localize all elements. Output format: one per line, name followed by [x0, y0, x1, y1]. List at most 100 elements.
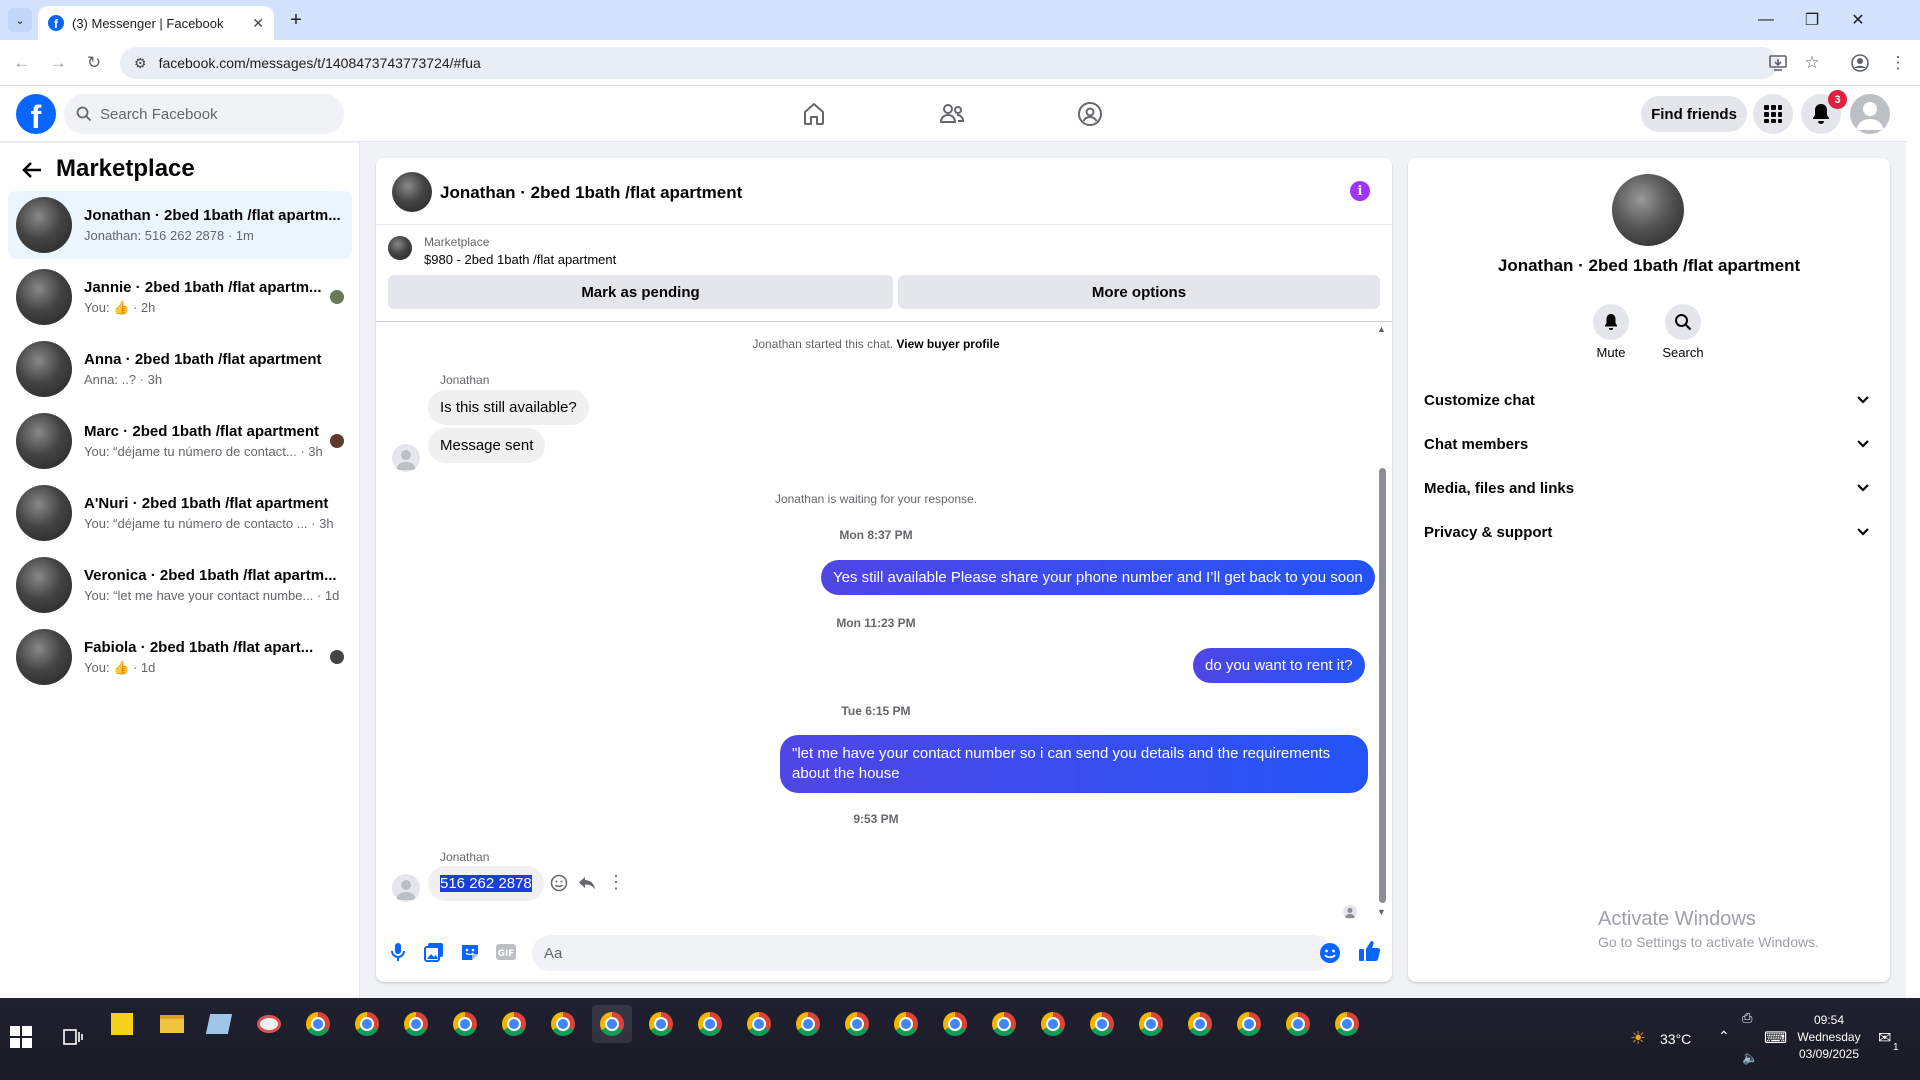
chrome-profile-taskbar-icon[interactable]: [347, 1005, 387, 1043]
close-window-icon[interactable]: ✕: [1836, 6, 1880, 34]
react-emoji-icon[interactable]: [550, 874, 570, 894]
customize-chat-section[interactable]: Customize chat: [1424, 378, 1876, 422]
outgoing-message[interactable]: "let me have your contact number so i ca…: [780, 735, 1368, 793]
chat-members-section[interactable]: Chat members: [1424, 422, 1876, 466]
emoji-picker-icon[interactable]: [1318, 941, 1342, 965]
attach-photo-icon[interactable]: [422, 940, 446, 964]
friends-icon[interactable]: [936, 98, 968, 130]
mute-bell-icon[interactable]: [1593, 304, 1629, 340]
chrome-profile-taskbar-icon[interactable]: [935, 1005, 975, 1043]
install-app-icon[interactable]: [1766, 51, 1790, 75]
chrome-profile-taskbar-icon[interactable]: [1082, 1005, 1122, 1043]
chrome-profile-taskbar-icon[interactable]: [1229, 1005, 1269, 1043]
privacy-support-section[interactable]: Privacy & support: [1424, 510, 1876, 554]
task-view-icon[interactable]: [52, 1018, 92, 1056]
facebook-search-input[interactable]: Search Facebook: [64, 94, 344, 134]
home-icon[interactable]: [798, 98, 830, 130]
incoming-message-phone[interactable]: 516 262 2878: [428, 866, 544, 901]
more-actions-icon[interactable]: ⋮: [606, 872, 626, 892]
reply-icon[interactable]: [578, 874, 598, 894]
mark-as-pending-button[interactable]: Mark as pending: [388, 275, 893, 309]
conversation-avatar-large[interactable]: [1612, 174, 1684, 246]
volume-icon[interactable]: 🔈: [1742, 1050, 1758, 1066]
restore-window-icon[interactable]: ❐: [1790, 6, 1834, 34]
chat-title[interactable]: Jonathan · 2bed 1bath /flat apartment: [440, 183, 742, 203]
file-explorer-icon[interactable]: [152, 1005, 192, 1043]
chrome-menu-icon[interactable]: ⋮: [1886, 51, 1910, 75]
sender-avatar[interactable]: [392, 444, 420, 472]
sender-avatar[interactable]: [392, 874, 420, 902]
message-composer-input[interactable]: Aa: [532, 935, 1332, 971]
search-in-chat-icon[interactable]: [1665, 304, 1701, 340]
browser-tab-messenger[interactable]: f (3) Messenger | Facebook ✕: [38, 6, 274, 40]
chrome-profile-taskbar-icon[interactable]: [690, 1005, 730, 1043]
bookmark-star-icon[interactable]: ☆: [1800, 51, 1824, 75]
chrome-profile-taskbar-icon[interactable]: [298, 1005, 338, 1043]
minimize-window-icon[interactable]: —: [1744, 6, 1788, 34]
outgoing-message[interactable]: Yes still available Please share your ph…: [821, 560, 1375, 595]
sticker-icon[interactable]: [458, 940, 482, 964]
account-avatar[interactable]: [1850, 94, 1890, 134]
chrome-profile-taskbar-icon[interactable]: [396, 1005, 436, 1043]
facebook-logo-icon[interactable]: f: [16, 94, 56, 134]
keyboard-icon[interactable]: ⌨: [1764, 1028, 1787, 1048]
reload-icon[interactable]: ↻: [82, 51, 106, 75]
menu-grid-icon[interactable]: [1753, 94, 1793, 134]
show-hidden-icons-chevron-icon[interactable]: ⌃: [1718, 1028, 1730, 1045]
address-bar[interactable]: ⚙ facebook.com/messages/t/14084737437737…: [120, 47, 1778, 79]
listing-thumbnail[interactable]: [388, 236, 412, 260]
chrome-profile-taskbar-icon[interactable]: [886, 1005, 926, 1043]
chrome-profile-taskbar-icon[interactable]: [543, 1005, 583, 1043]
windows-start-icon[interactable]: [10, 1026, 34, 1050]
clock[interactable]: 09:54 Wednesday 03/09/2025: [1792, 1012, 1866, 1063]
back-arrow-icon[interactable]: [20, 158, 46, 184]
chrome-profile-taskbar-icon[interactable]: [1327, 1005, 1367, 1043]
conversation-item-jonathan[interactable]: Jonathan · 2bed 1bath /flat apartm... Jo…: [8, 191, 352, 259]
incoming-message[interactable]: Message sent: [428, 428, 546, 463]
chrome-profile-taskbar-icon[interactable]: [494, 1005, 534, 1043]
find-friends-button[interactable]: Find friends: [1641, 96, 1747, 132]
chrome-profile-taskbar-icon[interactable]: [1180, 1005, 1220, 1043]
chrome-profile-taskbar-icon[interactable]: [788, 1005, 828, 1043]
chrome-profile-icon[interactable]: [1848, 51, 1872, 75]
site-info-icon[interactable]: ⚙: [134, 55, 147, 72]
chrome-active-taskbar-icon[interactable]: [592, 1005, 632, 1043]
chrome-profile-taskbar-icon[interactable]: [641, 1005, 681, 1043]
conversation-info-icon[interactable]: i: [1350, 181, 1370, 201]
like-thumbs-up-icon[interactable]: [1358, 939, 1382, 963]
conversation-item-marc[interactable]: Marc · 2bed 1bath /flat apartment You: “…: [8, 407, 352, 475]
listing-price-title[interactable]: $980 - 2bed 1bath /flat apartment: [424, 252, 616, 267]
paint-app-icon[interactable]: [249, 1005, 289, 1043]
groups-icon[interactable]: [1074, 98, 1106, 130]
chrome-profile-taskbar-icon[interactable]: [837, 1005, 877, 1043]
weather-icon[interactable]: ☀: [1630, 1028, 1646, 1049]
microphone-icon[interactable]: [386, 940, 410, 964]
page-scrollbar[interactable]: [1906, 86, 1920, 998]
selected-phone-number[interactable]: 516 262 2878: [440, 875, 532, 892]
conversation-item-fabiola[interactable]: Fabiola · 2bed 1bath /flat apart... You:…: [8, 623, 352, 691]
conversation-item-jannie[interactable]: Jannie · 2bed 1bath /flat apartm... You:…: [8, 263, 352, 331]
forward-nav-icon[interactable]: →: [46, 51, 70, 75]
chrome-profile-taskbar-icon[interactable]: [1278, 1005, 1318, 1043]
more-options-button[interactable]: More options: [898, 275, 1380, 309]
incoming-message[interactable]: Is this still available?: [428, 390, 589, 425]
chrome-profile-taskbar-icon[interactable]: [739, 1005, 779, 1043]
view-buyer-profile-link[interactable]: View buyer profile: [896, 337, 999, 351]
media-files-links-section[interactable]: Media, files and links: [1424, 466, 1876, 510]
weather-temperature[interactable]: 33°C: [1660, 1031, 1691, 1047]
new-tab-plus-icon[interactable]: +: [284, 8, 308, 32]
meet-now-icon[interactable]: ⎙: [1742, 1010, 1752, 1026]
conversation-item-anuri[interactable]: A'Nuri · 2bed 1bath /flat apartment You:…: [8, 479, 352, 547]
chat-scroll-thumb[interactable]: [1379, 468, 1386, 903]
conversation-item-veronica[interactable]: Veronica · 2bed 1bath /flat apartm... Yo…: [8, 551, 352, 619]
gif-icon[interactable]: GIF: [494, 940, 518, 964]
scroll-down-arrow-icon[interactable]: ▼: [1377, 907, 1386, 917]
scroll-up-arrow-icon[interactable]: ▲: [1377, 324, 1386, 334]
notification-center-icon[interactable]: ✉: [1878, 1028, 1891, 1048]
conversation-item-anna[interactable]: Anna · 2bed 1bath /flat apartment Anna: …: [8, 335, 352, 403]
sticky-notes-icon[interactable]: [102, 1005, 142, 1043]
chrome-profile-taskbar-icon[interactable]: [984, 1005, 1024, 1043]
outgoing-message[interactable]: do you want to rent it?: [1193, 648, 1365, 683]
app-icon[interactable]: [199, 1005, 239, 1043]
back-nav-icon[interactable]: ←: [10, 51, 34, 75]
